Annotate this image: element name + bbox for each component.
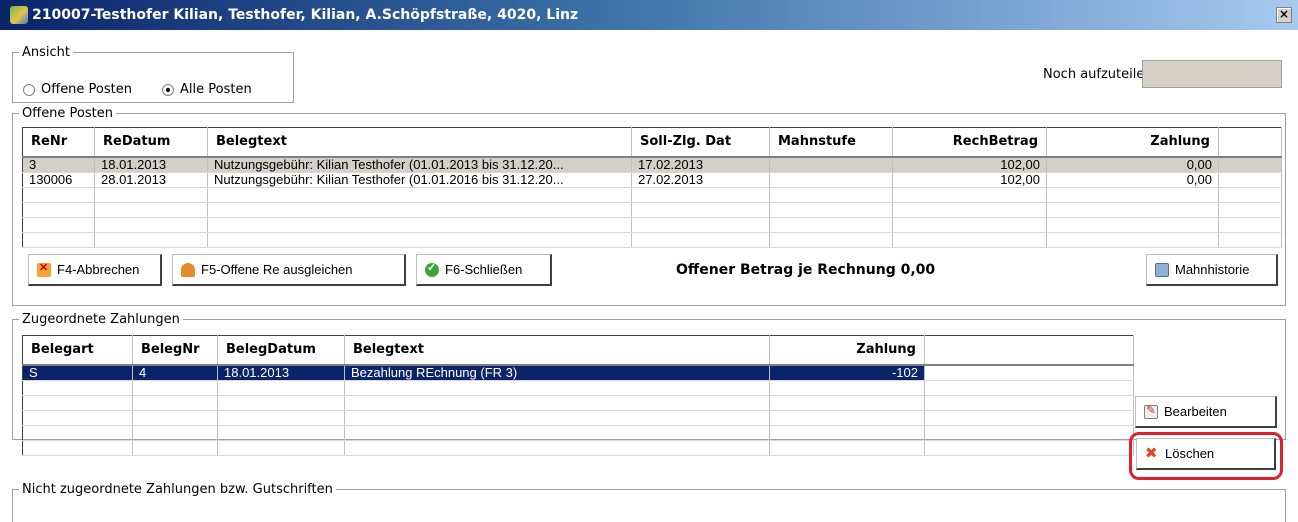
col-belegnr[interactable]: BelegNr: [132, 335, 218, 366]
table-row-empty[interactable]: [22, 380, 1134, 396]
table-row-empty[interactable]: [22, 232, 1282, 248]
table-row-empty[interactable]: [22, 410, 1134, 426]
cell-rechbetrag[interactable]: 102,00: [892, 156, 1047, 173]
table-row-empty[interactable]: [22, 217, 1282, 233]
table-row[interactable]: 130006 28.01.2013 Nutzungsgebühr: Kilian…: [22, 172, 1282, 188]
person-icon: [181, 262, 195, 277]
offene-posten-table[interactable]: ReNr ReDatum Belegtext Soll-Zlg. Dat Mah…: [22, 127, 1282, 248]
col-redatum[interactable]: ReDatum: [94, 127, 208, 158]
col-belegdatum[interactable]: BelegDatum: [217, 335, 345, 366]
mahnhistorie-button[interactable]: Mahnhistorie: [1146, 254, 1278, 286]
table-row[interactable]: S 4 18.01.2013 Bezahlung REchnung (FR 3)…: [22, 364, 1134, 381]
f5-settle-button[interactable]: F5-Offene Re ausgleichen: [172, 254, 406, 286]
bearbeiten-label: Bearbeiten: [1164, 404, 1227, 419]
cell-zz-belegtext[interactable]: Bezahlung REchnung (FR 3): [344, 364, 770, 381]
edit-icon: [1144, 403, 1158, 419]
col-mahnstufe[interactable]: Mahnstufe: [769, 127, 893, 158]
cell-renr[interactable]: 3: [22, 156, 95, 173]
cell-belegtext[interactable]: Nutzungsgebühr: Kilian Testhofer (01.01.…: [207, 156, 632, 173]
table-row-empty[interactable]: [22, 395, 1134, 411]
cell-soll-zlg-dat[interactable]: 17.02.2013: [631, 156, 770, 173]
cell-redatum[interactable]: 18.01.2013: [94, 156, 208, 173]
col-renr[interactable]: ReNr: [22, 127, 95, 158]
cell-empty: [924, 364, 1134, 381]
col-zz-zahlung[interactable]: Zahlung: [769, 335, 925, 366]
cell-redatum[interactable]: 28.01.2013: [94, 172, 208, 188]
f5-settle-label: F5-Offene Re ausgleichen: [201, 262, 353, 277]
cell-belegnr[interactable]: 4: [132, 364, 218, 381]
cell-zahlung[interactable]: 0,00: [1046, 172, 1219, 188]
app-icon: [10, 6, 28, 24]
radio-offene-posten-label: Offene Posten: [41, 82, 132, 97]
cell-zz-zahlung[interactable]: -102: [769, 364, 925, 381]
radio-alle-posten-dot[interactable]: [162, 83, 174, 96]
cell-rechbetrag[interactable]: 102,00: [892, 172, 1047, 188]
col-zz-belegtext[interactable]: Belegtext: [344, 335, 770, 366]
f6-close-label: F6-Schließen: [445, 262, 523, 277]
ansicht-legend: Ansicht: [22, 45, 71, 60]
noch-aufzuteilen-label: Noch aufzuteilen: [1043, 67, 1153, 82]
nicht-zugeordnete-legend: Nicht zugeordnete Zahlungen bzw. Gutschr…: [22, 482, 333, 497]
col-soll-zlg-dat[interactable]: Soll-Zlg. Dat: [631, 127, 770, 158]
table-row-empty[interactable]: [22, 202, 1282, 218]
mahnhistorie-label: Mahnhistorie: [1175, 262, 1250, 277]
offene-posten-legend: Offene Posten: [22, 106, 113, 121]
zugeordnete-legend: Zugeordnete Zahlungen: [22, 312, 180, 327]
highlight-ring: [1129, 432, 1283, 480]
table-row-empty[interactable]: [22, 187, 1282, 203]
bearbeiten-button[interactable]: Bearbeiten: [1135, 396, 1277, 428]
check-icon: [425, 261, 439, 277]
cell-soll-zlg-dat[interactable]: 27.02.2013: [631, 172, 770, 188]
f4-cancel-label: F4-Abbrechen: [57, 262, 140, 277]
cell-belegtext[interactable]: Nutzungsgebühr: Kilian Testhofer (01.01.…: [207, 172, 632, 188]
noch-aufzuteilen-field: [1142, 60, 1282, 88]
cell-belegdatum[interactable]: 18.01.2013: [217, 364, 345, 381]
col-empty: [1218, 127, 1282, 158]
cell-belegart[interactable]: S: [22, 364, 133, 381]
cell-mahnstufe[interactable]: [769, 172, 893, 188]
cancel-icon: [37, 261, 51, 277]
table-row-empty[interactable]: [22, 440, 1134, 456]
radio-alle-posten[interactable]: Alle Posten: [162, 82, 252, 97]
nicht-zugeordnete-group: Nicht zugeordnete Zahlungen bzw. Gutschr…: [12, 482, 1286, 522]
col-rechbetrag[interactable]: RechBetrag: [892, 127, 1047, 158]
open-amount-text: Offener Betrag je Rechnung 0,00: [676, 262, 936, 278]
f6-close-button[interactable]: F6-Schließen: [416, 254, 552, 286]
col-empty: [924, 335, 1134, 366]
col-zahlung[interactable]: Zahlung: [1046, 127, 1219, 158]
col-belegtext[interactable]: Belegtext: [207, 127, 632, 158]
table-row-empty[interactable]: [22, 425, 1134, 441]
ansicht-group: Ansicht Offene Posten Alle Posten: [12, 45, 294, 103]
close-icon[interactable]: ×: [1276, 7, 1292, 23]
zugeordnete-header: Belegart BelegNr BelegDatum Belegtext Za…: [22, 335, 1134, 366]
cell-empty: [1218, 172, 1282, 188]
window-titlebar: 210007-Testhofer Kilian, Testhofer, Kili…: [0, 0, 1298, 30]
radio-alle-posten-label: Alle Posten: [180, 82, 252, 97]
cell-zahlung[interactable]: 0,00: [1046, 156, 1219, 173]
history-icon: [1155, 262, 1169, 277]
radio-offene-posten-dot[interactable]: [23, 83, 35, 96]
cell-renr[interactable]: 130006: [22, 172, 95, 188]
zugeordnete-table[interactable]: Belegart BelegNr BelegDatum Belegtext Za…: [22, 335, 1134, 456]
offene-posten-header: ReNr ReDatum Belegtext Soll-Zlg. Dat Mah…: [22, 127, 1282, 158]
cell-empty: [1218, 156, 1282, 173]
col-belegart[interactable]: Belegart: [22, 335, 133, 366]
window-title: 210007-Testhofer Kilian, Testhofer, Kili…: [32, 7, 579, 23]
f4-cancel-button[interactable]: F4-Abbrechen: [28, 254, 162, 286]
cell-mahnstufe[interactable]: [769, 156, 893, 173]
table-row[interactable]: 3 18.01.2013 Nutzungsgebühr: Kilian Test…: [22, 156, 1282, 173]
radio-offene-posten[interactable]: Offene Posten: [23, 82, 132, 97]
